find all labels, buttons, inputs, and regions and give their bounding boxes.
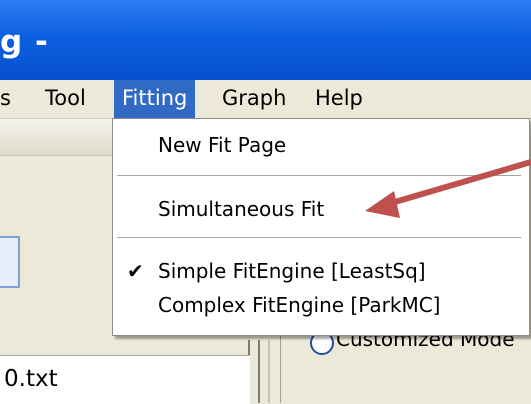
menu-new-fit-page[interactable]: New Fit Page: [158, 133, 286, 157]
panel-splitter[interactable]: [248, 340, 278, 403]
menu-item-partial[interactable]: s: [0, 80, 11, 118]
menu-item-graph[interactable]: Graph: [222, 80, 286, 118]
window-titlebar: g -: [0, 0, 531, 80]
menu-simple-fitengine[interactable]: Simple FitEngine [LeastSq]: [158, 259, 426, 283]
menu-separator: [117, 175, 521, 176]
window-title: g -: [0, 24, 49, 60]
checkmark-icon: ✔: [127, 259, 144, 283]
file-name[interactable]: 0.txt: [4, 366, 58, 392]
splitter-line: [268, 340, 270, 403]
menu-item-fitting[interactable]: Fitting: [114, 80, 196, 118]
fitting-dropdown-menu: New Fit Page Simultaneous Fit ✔ Simple F…: [112, 118, 530, 336]
menu-item-tool[interactable]: Tool: [45, 80, 86, 118]
splitter-line: [258, 340, 260, 403]
menu-separator: [117, 237, 521, 238]
menu-item-help[interactable]: Help: [315, 80, 363, 118]
text-field[interactable]: [0, 236, 20, 288]
file-list[interactable]: 0.txt: [0, 355, 250, 404]
menu-complex-fitengine[interactable]: Complex FitEngine [ParkMC]: [158, 293, 440, 317]
menu-simultaneous-fit[interactable]: Simultaneous Fit: [158, 197, 324, 221]
menubar: s Tool Fitting Graph Help: [0, 80, 531, 119]
